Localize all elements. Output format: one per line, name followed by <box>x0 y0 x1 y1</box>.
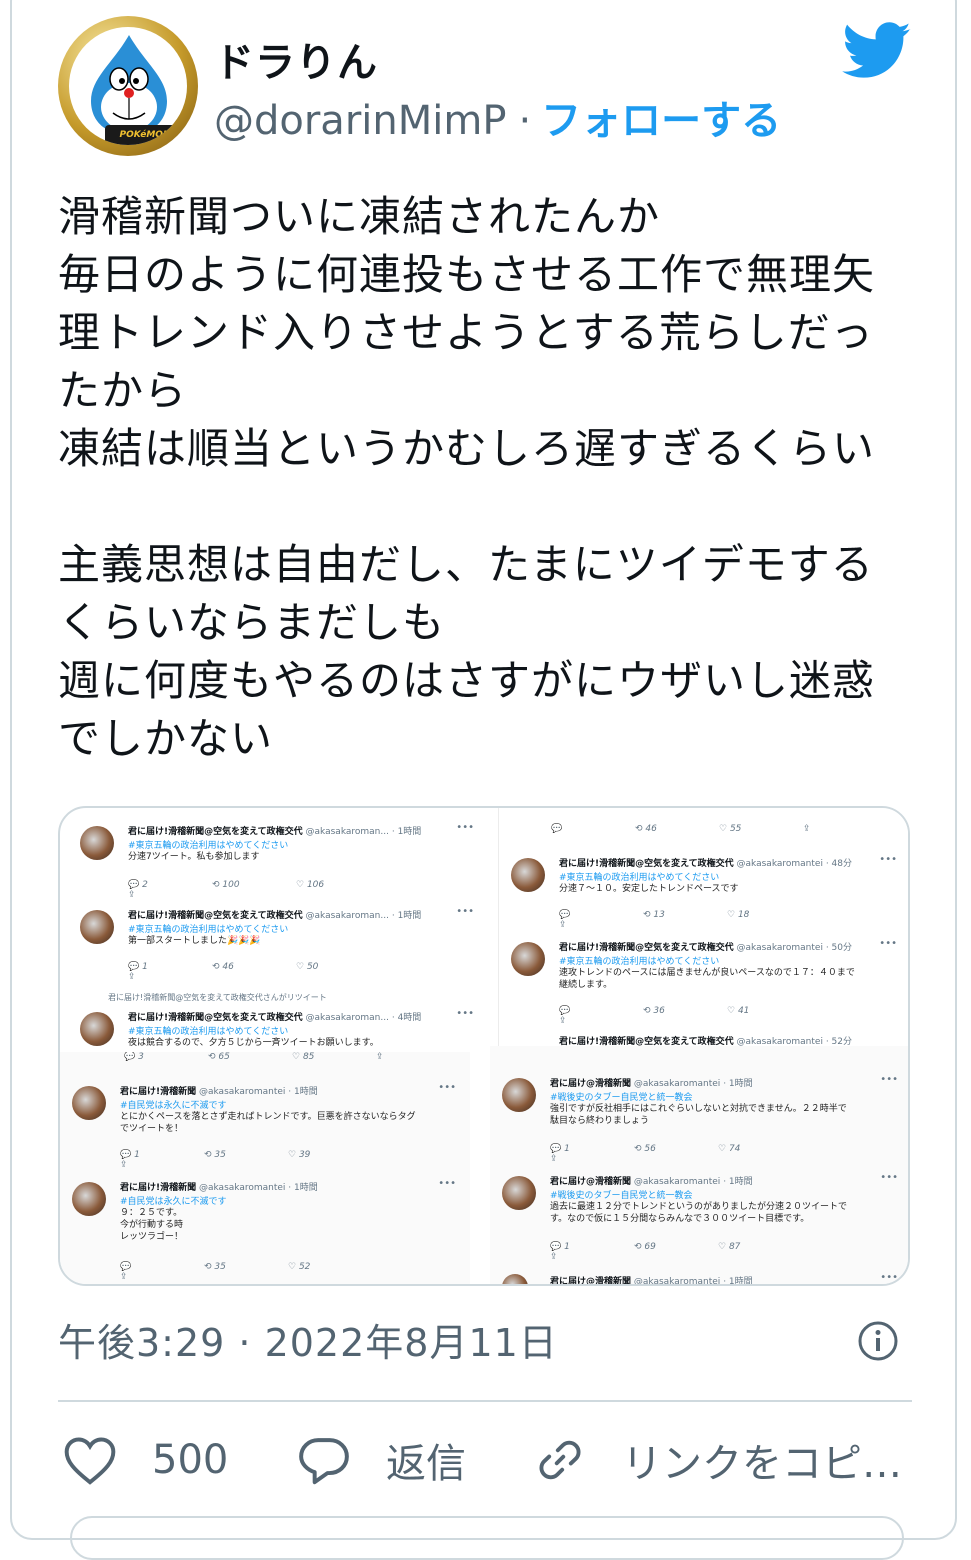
divider <box>58 1400 912 1402</box>
more-icon: ••• <box>438 1082 456 1093</box>
embedded-actions: 💬 2 ⟲ 100 ♡ 106⇪ <box>128 880 325 900</box>
embedded-tweet: 君に届け@滑稽新聞 @akasakaromantei · 1時間 ••• #戦後… <box>490 1072 908 1164</box>
tweet-text: 滑稽新聞ついに凍結されたんか 毎日のように何連投もさせる工作で無理矢 理トレンド… <box>58 192 876 763</box>
embedded-avatar <box>80 1012 114 1046</box>
embedded-actions: 💬 1 ⟲ 56 ♡ 74⇪ <box>550 1144 741 1164</box>
more-icon: ••• <box>456 822 474 833</box>
tweet-timestamp[interactable]: 午後3:29 · 2022年8月11日 <box>58 1312 558 1367</box>
hashtag: #東京五輪の政治利用はやめてください <box>128 925 289 935</box>
screenshot-panel-3: 💬 3 ⟲ 65 ♡ 85 ⇪ 君に届け!滑稽新聞 @akasakaromantei … <box>60 1052 470 1284</box>
avatar[interactable]: POKéMON MASTERS <box>58 16 198 156</box>
hashtag: #戦後史のタブー自民党と統一教会 <box>550 1191 693 1201</box>
embedded-tweet: 君に届け!滑稽新聞@空気を変えて政権交代 @akasakaroman... · … <box>68 820 488 900</box>
user-handle[interactable]: @dorarinMimP <box>214 98 506 144</box>
doraemon-drop-avatar-image <box>91 35 167 135</box>
embedded-actions: 💬 ⟲ 13 ♡ 18⇪ <box>559 910 750 930</box>
tweet-media-image[interactable]: 君に届け!滑稽新聞@空気を変えて政権交代 @akasakaroman... · … <box>58 806 910 1286</box>
hashtag: #東京五輪の政治利用はやめてください <box>559 957 720 967</box>
screenshot-panel-1: 君に届け!滑稽新聞@空気を変えて政権交代 @akasakaroman... · … <box>68 814 488 1054</box>
hashtag: #東京五輪の政治利用はやめてください <box>559 873 720 883</box>
embedded-tweet: 君に届け!滑稽新聞@空気を変えて政権交代 @akasakaroman... · … <box>68 1006 488 1054</box>
embedded-actions: 💬 1 ⟲ 46 ♡ 50⇪ <box>128 962 319 982</box>
copy-link-button[interactable]: リンクをコピ… <box>532 1428 902 1492</box>
embedded-tweet: 君に届け!滑稽新聞@空気を変えて政権交代 @akasakaromantei · … <box>499 852 908 932</box>
like-count: 500 <box>152 1437 229 1483</box>
next-card-edge <box>70 1516 904 1560</box>
more-icon: ••• <box>879 854 897 865</box>
embedded-tweet: 君に届け!滑稽新聞 @akasakaromantei · 1時間 ••• #自民… <box>60 1176 470 1284</box>
tweet-actions: 500 返信 リンクをコピ… <box>58 1428 918 1492</box>
info-icon[interactable] <box>857 1320 899 1362</box>
more-icon: ••• <box>879 938 897 949</box>
copy-link-label: リンクをコピ… <box>622 1441 902 1487</box>
embedded-actions: 💬 ⟲ 36 ♡ 41⇪ <box>559 1006 750 1026</box>
retweet-note: 君に届け!滑稽新聞@空気を変えて政権交代さんがリツイート <box>108 993 327 1002</box>
more-icon: ••• <box>880 1074 898 1085</box>
more-icon: ••• <box>438 1178 456 1189</box>
embedded-avatar <box>502 1078 536 1112</box>
embedded-avatar <box>511 858 545 892</box>
link-icon <box>539 1440 581 1480</box>
hashtag: #東京五輪の政治利用はやめてください <box>128 841 289 851</box>
more-icon: ••• <box>880 1172 898 1183</box>
embedded-tweet: 君に届け!滑稽新聞 @akasakaromantei · 1時間 ••• #自民… <box>60 1080 470 1170</box>
display-name[interactable]: ドラりん <box>214 30 378 88</box>
reply-bubble-icon <box>299 1438 349 1485</box>
twitter-bird-icon[interactable] <box>842 22 912 80</box>
embedded-avatar <box>72 1182 106 1216</box>
avatar-badge: POKéMON MASTERS <box>105 125 185 145</box>
hashtag: #戦後史のタブー自民党と統一教会 <box>550 1093 693 1103</box>
embedded-avatar <box>72 1086 106 1120</box>
more-icon: ••• <box>880 1272 898 1283</box>
more-icon: ••• <box>456 1008 474 1019</box>
embedded-avatar <box>80 910 114 944</box>
embedded-tweet: 君に届け!滑稽新聞@空気を変えて政権交代 @akasakaromantei · … <box>499 936 908 1030</box>
follow-button[interactable]: フォローする <box>541 98 781 144</box>
embedded-tweet: 君に届け@滑稽新聞 @akasakaromantei · 1時間 ••• #戦後… <box>490 1170 908 1262</box>
hashtag: #自民党は永久に不滅です <box>120 1197 227 1207</box>
embedded-actions: 💬 1 ⟲ 35 ♡ 39⇪ <box>120 1150 311 1170</box>
heart-icon <box>64 1437 116 1485</box>
separator: · <box>518 98 532 144</box>
reply-button[interactable]: 返信 <box>296 1428 466 1492</box>
hashtag: #東京五輪の政治利用はやめてください <box>128 1027 289 1037</box>
embedded-avatar <box>80 826 114 860</box>
handle-row: @dorarinMimP · フォローする <box>214 88 781 146</box>
embedded-actions: 💬 1 ⟲ 69 ♡ 87⇪ <box>550 1242 741 1262</box>
like-button[interactable]: 500 <box>62 1428 228 1492</box>
embedded-tweet: 君に届け!滑稽新聞@空気を変えて政権交代 @akasakaroman... · … <box>68 904 488 984</box>
embedded-avatar <box>511 942 545 976</box>
screenshot-panel-2: 💬 ⟲ 46 ♡ 55 ⇪ 君に届け!滑稽新聞@空気を変えて政権交代 @akasaka… <box>498 808 908 1048</box>
embedded-actions: 💬 ⟲ 35 ♡ 52⇪ <box>120 1262 311 1282</box>
embedded-avatar <box>502 1274 528 1284</box>
screenshot-panel-4: 君に届け@滑稽新聞 @akasakaromantei · 1時間 ••• #戦後… <box>490 1046 908 1284</box>
reply-label: 返信 <box>386 1441 466 1487</box>
embedded-tweet: 君に届け@滑稽新聞 @akasakaromantei · 1時間 ••• <box>490 1268 908 1284</box>
embedded-actions: 💬 ⟲ 46 ♡ 55 ⇪ <box>551 824 811 834</box>
embedded-actions: 💬 3 ⟲ 65 ♡ 85 ⇪ <box>124 1052 384 1062</box>
more-icon: ••• <box>456 906 474 917</box>
embedded-avatar <box>502 1176 536 1210</box>
hashtag: #自民党は永久に不滅です <box>120 1101 227 1111</box>
